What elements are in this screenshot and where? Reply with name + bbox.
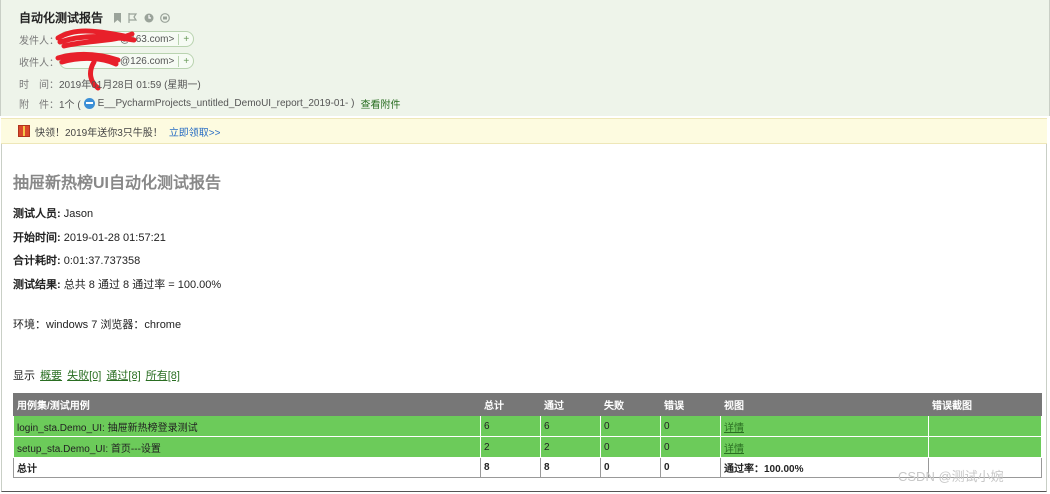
total-label: 总计 — [13, 457, 481, 478]
detail-link[interactable]: 详情 — [724, 444, 744, 455]
mail-subject: 自动化测试报告 — [19, 11, 104, 25]
filter-summary-link[interactable]: 概要 — [40, 370, 62, 382]
time-value: 2019年01月28日 01:59 (星期一) — [59, 80, 201, 91]
case-view: 详情 — [720, 436, 929, 458]
clock-icon[interactable] — [144, 13, 154, 23]
gift-icon — [18, 125, 30, 137]
col-header-view: 视图 — [720, 393, 929, 416]
promo-bar: 快领！2019年送你3只牛股！ 立即领取>> — [1, 118, 1047, 144]
start-time-label: 开始时间: — [13, 232, 61, 244]
case-name: setup_sta.Demo_UI: 首页---设置 — [13, 436, 481, 458]
filter-bar: 显示 概要 失败[0] 通过[8] 所有[8] — [13, 367, 180, 383]
filter-fail-link[interactable]: 失败[0] — [67, 370, 101, 382]
view-attachment-link[interactable]: 查看附件 — [360, 96, 400, 111]
case-pass: 2 — [540, 436, 601, 458]
time-label: 时 间： — [19, 80, 59, 91]
case-view: 详情 — [720, 415, 929, 437]
table-header-row: 用例集/测试用例 总计 通过 失败 错误 视图 错误截图 — [13, 393, 1042, 416]
case-error: 0 — [660, 415, 721, 437]
results-table: 用例集/测试用例 总计 通过 失败 错误 视图 错误截图 login_sta.D… — [13, 393, 1042, 478]
environment-text: 环境：windows 7 浏览器：chrome — [13, 319, 182, 331]
to-label: 收件人： — [19, 57, 59, 69]
promo-text: 快领！2019年送你3只牛股！ — [35, 127, 163, 139]
col-header-screenshot: 错误截图 — [928, 393, 1042, 416]
add-contact-icon[interactable]: + — [178, 55, 193, 67]
col-header-error: 错误 — [660, 393, 721, 416]
flag-icon[interactable] — [128, 12, 138, 23]
tester-label: 测试人员: — [13, 208, 61, 220]
add-contact-icon[interactable]: + — [178, 33, 193, 45]
table-row: login_sta.Demo_UI: 抽屉新热榜登录测试 6 6 0 0 详情 — [13, 415, 1042, 437]
start-time-attribute: 开始时间: 2019-01-28 01:57:21 — [13, 229, 166, 245]
case-fail: 0 — [600, 436, 661, 458]
total-error: 0 — [660, 457, 721, 478]
subject-icons — [113, 12, 170, 23]
result-attribute: 测试结果: 总共 8 通过 8 通过率 = 100.00% — [13, 276, 221, 292]
table-row: setup_sta.Demo_UI: 首页---设置 2 2 0 0 详情 — [13, 436, 1042, 458]
time-row: 时 间： 2019年01月28日 01:59 (星期一) — [19, 76, 201, 91]
subject-row: 自动化测试报告 — [19, 9, 170, 26]
detail-link[interactable]: 详情 — [724, 423, 744, 434]
mail-header: 自动化测试报告 发件人： @163.com> + 收件人： @126.com> … — [0, 0, 1050, 116]
attachment-row: 附 件： 1个 ( E__PycharmProjects_untitled_De… — [19, 96, 400, 111]
col-header-total: 总计 — [480, 393, 541, 416]
report-title: 抽屉新热榜UI自动化测试报告 — [13, 175, 222, 192]
to-address-pill[interactable]: @126.com> + — [55, 51, 195, 91]
case-total: 6 — [480, 415, 541, 437]
col-header-pass: 通过 — [540, 393, 601, 416]
total-row: 总计 8 8 0 0 通过率：100.00% — [13, 457, 1042, 478]
filter-all-link[interactable]: 所有[8] — [146, 370, 180, 382]
attachment-label: 附 件： — [19, 100, 59, 111]
result-value: 总共 8 通过 8 通过率 = 100.00% — [60, 279, 222, 291]
to-address: @126.com> — [120, 55, 175, 67]
print-icon[interactable] — [160, 12, 170, 23]
tester-value: Jason — [60, 208, 94, 220]
total-count: 8 — [480, 457, 541, 478]
case-fail: 0 — [600, 415, 661, 437]
tester-attribute: 测试人员: Jason — [13, 205, 93, 221]
from-address-pill[interactable]: @163.com> + — [55, 28, 195, 49]
result-label: 测试结果: — [13, 279, 61, 291]
duration-attribute: 合计耗时: 0:01:37.737358 — [13, 252, 140, 268]
bookmark-icon[interactable] — [113, 12, 122, 23]
case-screenshot — [928, 415, 1042, 437]
attachment-name[interactable]: E__PycharmProjects_untitled_DemoUI_repor… — [98, 98, 355, 109]
duration-value: 0:01:37.737358 — [60, 255, 141, 267]
filter-label: 显示 — [13, 370, 35, 382]
col-header-fail: 失败 — [600, 393, 661, 416]
duration-label: 合计耗时: — [13, 255, 61, 267]
promo-link[interactable]: 立即领取>> — [169, 124, 221, 139]
total-pass: 8 — [540, 457, 601, 478]
start-time-value: 2019-01-28 01:57:21 — [60, 232, 166, 244]
case-name: login_sta.Demo_UI: 抽屉新热榜登录测试 — [13, 415, 481, 437]
col-header-case: 用例集/测试用例 — [13, 393, 481, 416]
from-row: 发件人： @163.com> + — [19, 28, 195, 49]
case-screenshot — [928, 436, 1042, 458]
case-pass: 6 — [540, 415, 601, 437]
filter-pass-link[interactable]: 通过[8] — [106, 370, 140, 382]
browser-file-icon — [83, 98, 95, 109]
attachment-count: 1个 ( — [59, 100, 81, 111]
total-fail: 0 — [600, 457, 661, 478]
to-row: 收件人： @126.com> + — [19, 51, 195, 91]
case-error: 0 — [660, 436, 721, 458]
case-total: 2 — [480, 436, 541, 458]
from-label: 发件人： — [19, 35, 59, 47]
from-address: @163.com> — [120, 33, 175, 45]
csdn-watermark: CSDN @测试小婉 — [898, 469, 1004, 484]
